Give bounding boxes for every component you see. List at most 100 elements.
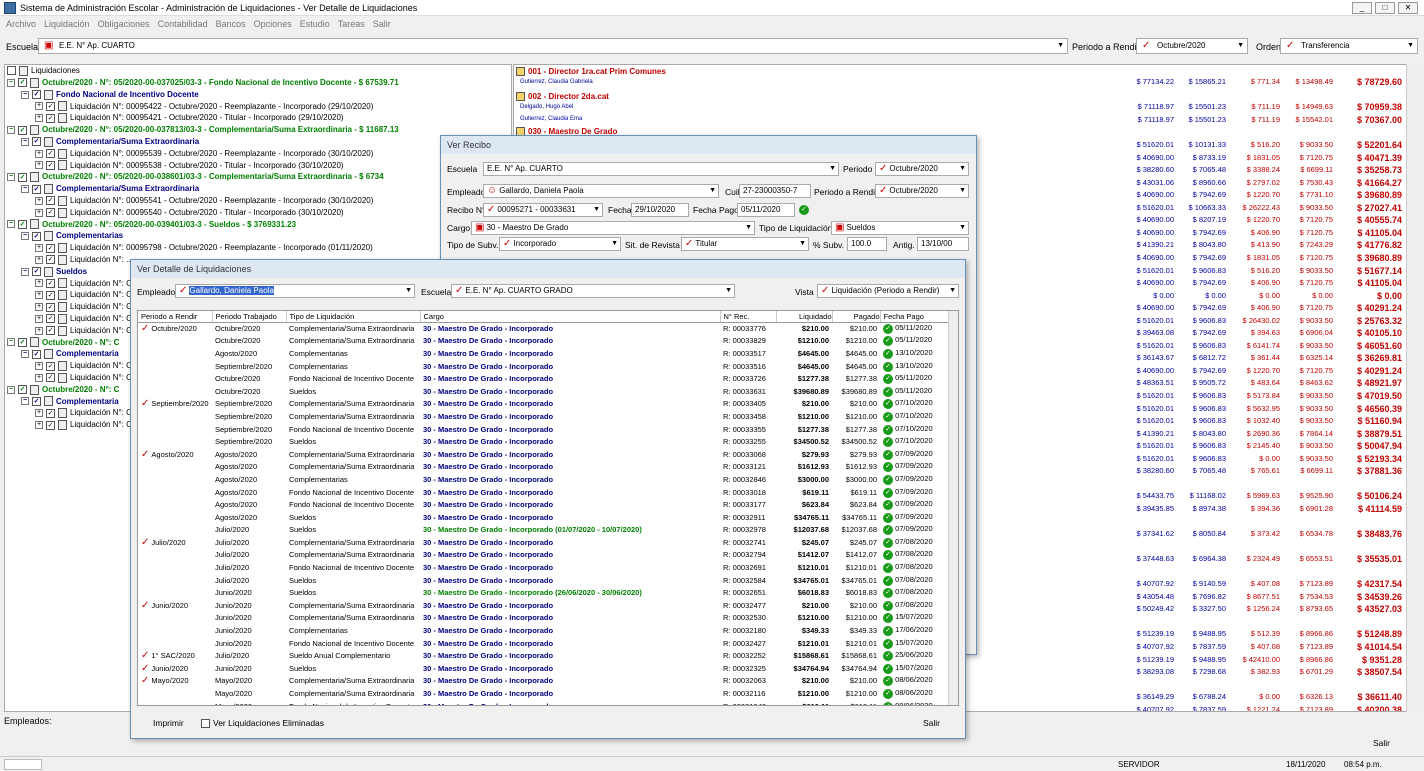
table-row[interactable]: Mayo/2020 Complementaria/Suma Extraordina… [138,687,950,700]
tree-item-tipo[interactable]: − ✓ Complementaria [21,396,119,408]
tipo-subv-field[interactable]: ✓ Incorporado ▼ [499,237,621,251]
fecha-field[interactable]: 29/10/2020 [631,203,689,217]
employee-name[interactable]: Gutierrez, Claudia Ema [520,116,582,122]
table-row[interactable]: ✓ Junio/2020 Junio/2020 Sueldos 30 - Maestro… [138,662,950,675]
table-row[interactable]: Agosto/2020 Fondo Nacional de Incentivo D… [138,498,950,511]
expand-icon[interactable]: + [35,255,43,264]
vista-field[interactable]: ✓ Liquidación (Periodo a Rendir) ▼ [817,284,959,298]
expand-icon[interactable]: − [7,220,15,229]
column-header[interactable]: Liquidado [776,311,833,323]
expand-icon[interactable]: + [35,326,43,335]
table-row[interactable]: Junio/2020 Fondo Nacional de Incentivo Do… [138,637,950,650]
checkbox[interactable]: ✓ [46,302,55,312]
tree-item-liquidacion[interactable]: + ✓ Liquidación N°: C [35,419,132,431]
table-row[interactable]: Octubre/2020 Sueldos 30 - Maestro De Grado… [138,385,950,398]
tree-item-liquidacion[interactable]: + ✓ Liquidación N°: C [35,313,132,325]
expand-icon[interactable]: + [35,244,43,253]
recibo-nro-field[interactable]: ✓ 00095271 - 00033631 ▼ [483,203,603,217]
expand-icon[interactable]: + [35,149,43,158]
employee-name[interactable]: Gutierrez, Claudia Gabriela [520,79,593,85]
expand-icon[interactable]: − [7,126,15,135]
tree-item-liquidacion[interactable]: + ✓ Liquidación N°: 00095539 - Octubre/202… [35,148,373,160]
table-row[interactable]: Junio/2020 Complementarias 30 - Maestro De… [138,624,950,637]
grid-scrollbar[interactable] [948,311,958,705]
table-row[interactable]: Julio/2020 Sueldos 30 - Maestro De Grado -… [138,574,950,587]
expand-icon[interactable]: − [21,90,29,99]
recibo-periodo-field[interactable]: ✓ Octubre/2020 ▼ [875,162,969,176]
employee-name[interactable]: Delgado, Hugo Abel [520,104,573,110]
close-button[interactable]: ✕ [1398,2,1418,14]
column-header[interactable]: Fecha Pago [880,311,951,323]
cargo-header[interactable]: 002 - Director 2da.cat [516,92,609,102]
tree-item-periodo[interactable]: − ✓ Octubre/2020 - N°: C [7,337,119,349]
tree-item-tipo[interactable]: − ✓ Sueldos [21,266,87,278]
orden-select[interactable]: ✓ Transferencia ▼ [1280,38,1418,54]
checkbox[interactable]: ✓ [46,101,55,111]
checkbox[interactable]: ✓ [32,184,41,194]
tree-item-liquidacion[interactable]: + ✓ Liquidación N°: C [35,289,132,301]
checkbox[interactable]: ✓ [46,361,55,371]
table-row[interactable]: Junio/2020 Complementaria/Suma Extraordin… [138,612,950,625]
checkbox[interactable]: ✓ [46,278,55,288]
tree-item-tipo[interactable]: − ✓ Fondo Nacional de Incentivo Docente [21,89,199,101]
checkbox[interactable]: ✓ [46,326,55,336]
table-row[interactable]: Agosto/2020 Complementaria/Suma Extraordi… [138,461,950,474]
column-header[interactable]: Tipo de Liquidación [286,311,421,323]
table-row[interactable]: ✓ Agosto/2020 Agosto/2020 Complementaria/Su… [138,448,950,461]
cargo-header[interactable]: 001 - Director 1ra.cat Prim Comunes [516,67,666,77]
tree-item-tipo[interactable]: − ✓ Complementarias [21,230,123,242]
checkbox[interactable]: ✓ [46,314,55,324]
table-row[interactable]: Junio/2020 Sueldos 30 - Maestro De Grado -… [138,586,950,599]
table-row[interactable]: Agosto/2020 Complementarias 30 - Maestro D… [138,473,950,486]
expand-icon[interactable]: − [7,78,15,87]
expand-icon[interactable]: − [21,397,29,406]
periodo-select[interactable]: ✓ Octubre/2020 ▼ [1136,38,1248,54]
tree-item-tipo[interactable]: − ✓ Complementaria/Suma Extraordinaria [21,136,199,148]
checkbox[interactable]: ✓ [18,385,27,395]
expand-icon[interactable]: + [35,373,43,382]
checkbox[interactable]: ✓ [32,90,41,100]
column-header[interactable]: Periodo Trabajado [212,311,287,323]
checkbox[interactable]: ✓ [46,290,55,300]
tree-item-liquidacion[interactable]: + ✓ Liquidación N°: C [35,372,132,384]
imprimir-button[interactable]: Imprimir [153,718,184,728]
table-row[interactable]: ✓ 1° SAC/2020 Julio/2020 Sueldo Anual Compl… [138,649,950,662]
checkbox[interactable]: ✓ [18,125,27,135]
expand-icon[interactable]: − [21,185,29,194]
tree-item-liquidacion[interactable]: + ✓ Liquidación N°: 00095538 - Octubre/202… [35,160,344,172]
checkbox[interactable]: ✓ [46,208,55,218]
expand-icon[interactable]: + [35,279,43,288]
detalle-grid[interactable]: Periodo a Rendir Periodo Trabajado Tipo de… [137,310,959,706]
tree-item-liquidacion[interactable]: + ✓ Liquidación N°: C [35,278,132,290]
tree-item-liquidacion[interactable]: + ✓ Liquidación N°: C [35,325,132,337]
menu-obligaciones[interactable]: Obligaciones [98,19,150,29]
maximize-button[interactable]: □ [1375,2,1395,14]
checkbox[interactable]: ✓ [18,172,27,182]
expand-icon[interactable]: + [35,303,43,312]
tree-item-liquidacion[interactable]: + ✓ Liquidación N°: C [35,407,132,419]
checkbox[interactable] [201,719,210,729]
expand-icon[interactable]: − [21,137,29,146]
tree-item-liquidacion[interactable]: + ✓ Liquidación N°: 00095541 - Octubre/202… [35,195,373,207]
tree-item-tipo[interactable]: − ✓ Complementaria/Suma Extraordinaria [21,183,199,195]
tipo-liq-field[interactable]: ▣ Sueldos ▼ [831,221,969,235]
expand-icon[interactable]: + [35,102,43,111]
expand-icon[interactable]: + [35,161,43,170]
checkbox[interactable]: ✓ [46,408,55,418]
detalle-empleado-field[interactable]: ✓ Gallardo, Daniela Paola ▼ [175,284,415,298]
tree-root[interactable]: Liquidaciones [7,65,80,77]
checkbox[interactable]: ✓ [46,149,55,159]
table-row[interactable]: Septiembre/2020 Complementaria/Suma Extra… [138,410,950,423]
table-row[interactable]: Julio/2020 Complementaria/Suma Extraordin… [138,549,950,562]
table-row[interactable]: ✓ Julio/2020 Julio/2020 Complementaria/Suma… [138,536,950,549]
column-header[interactable]: N° Rec. [720,311,777,323]
tree-item-liquidacion[interactable]: + ✓ Liquidación N°: 00095540 - Octubre/202… [35,207,344,219]
detalle-salir-button[interactable]: Salir [923,718,940,728]
expand-icon[interactable]: + [35,409,43,418]
menu-bancos[interactable]: Bancos [216,19,246,29]
cuil-field[interactable]: 27-23000350-7 [739,184,811,198]
expand-icon[interactable]: − [21,232,29,241]
checkbox[interactable]: ✓ [32,231,41,241]
expand-icon[interactable]: − [7,338,15,347]
tree-item-periodo[interactable]: − ✓ Octubre/2020 - N°: 05/2020-00-037813/0… [7,124,399,136]
